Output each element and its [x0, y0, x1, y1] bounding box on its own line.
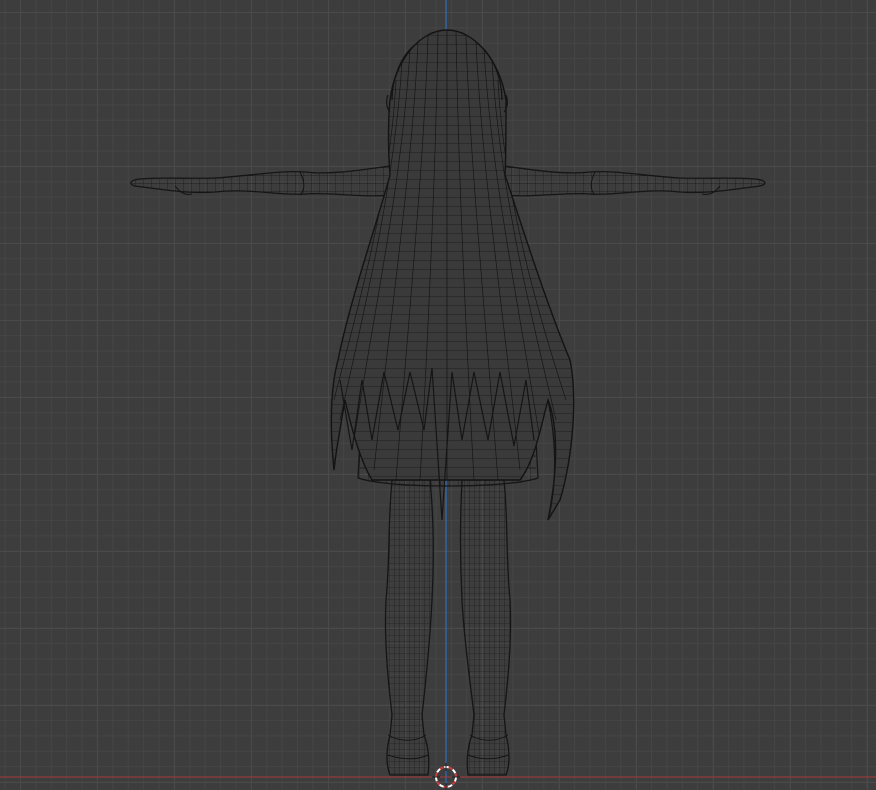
3d-cursor-icon[interactable] [432, 763, 460, 790]
character-mesh-icon[interactable] [130, 25, 766, 776]
right-leg-mesh [459, 479, 512, 776]
3d-viewport[interactable] [0, 0, 876, 790]
hair-mesh [330, 29, 575, 521]
right-arm-mesh [501, 165, 766, 197]
skirt-mesh [357, 439, 539, 487]
left-leg-mesh [384, 479, 434, 776]
viewport-overlay [0, 0, 876, 790]
left-arm-mesh [130, 165, 393, 197]
